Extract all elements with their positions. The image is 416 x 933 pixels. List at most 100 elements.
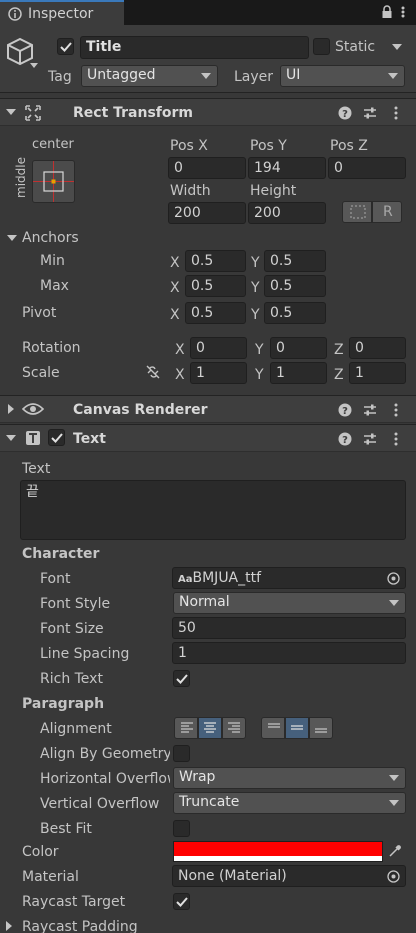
pos-x-input[interactable]: 0 (168, 157, 246, 179)
font-object-field[interactable]: AaBMJUA_ttf (172, 567, 406, 589)
pivot-label: Pivot (22, 305, 57, 321)
rect-transform-header[interactable]: Rect Transform ? (0, 98, 416, 126)
anchor-max-x-input[interactable]: 0.5 (185, 275, 246, 297)
anchor-max-y-input[interactable]: 0.5 (264, 275, 326, 297)
layer-label: Layer (234, 69, 274, 85)
context-menu-icon[interactable] (393, 106, 399, 120)
raycast-padding-foldout-icon[interactable] (6, 921, 12, 931)
object-picker-icon[interactable] (387, 870, 400, 883)
min-y-axis-label: Y (251, 255, 260, 271)
align-top-button[interactable] (261, 717, 285, 739)
tag-value: Untagged (87, 67, 156, 83)
svg-text:?: ? (342, 109, 348, 120)
help-icon[interactable]: ? (338, 403, 352, 417)
anchor-max-label: Max (40, 278, 69, 294)
horizontal-overflow-dropdown[interactable]: Wrap (173, 767, 406, 789)
help-icon[interactable]: ? (338, 106, 352, 120)
tab-menu-icon[interactable] (400, 5, 406, 19)
text-content-area[interactable]: 끝 (20, 480, 406, 540)
align-middle-button[interactable] (285, 717, 309, 739)
color-field[interactable] (173, 841, 383, 862)
blueprint-mode-button[interactable] (342, 201, 372, 223)
scale-x-input[interactable]: 1 (190, 362, 247, 384)
scale-z-input[interactable]: 1 (349, 362, 406, 384)
max-y-axis-label: Y (251, 280, 260, 296)
eyedropper-icon[interactable] (388, 844, 402, 858)
align-center-button[interactable] (198, 717, 222, 739)
align-left-button[interactable] (174, 717, 198, 739)
align-right-button[interactable] (222, 717, 246, 739)
text-component-icon (26, 431, 40, 445)
width-label: Width (170, 183, 211, 199)
raycast-target-label: Raycast Target (22, 894, 126, 910)
icon-dropdown-caret-icon[interactable] (30, 63, 38, 68)
static-dropdown-icon[interactable] (392, 44, 402, 50)
presets-icon[interactable] (363, 106, 377, 120)
rotation-x-input[interactable]: 0 (190, 337, 247, 359)
pivot-x-input[interactable]: 0.5 (185, 302, 246, 324)
raycast-target-checkbox[interactable] (173, 893, 190, 910)
vertical-overflow-value: Truncate (179, 794, 240, 810)
foldout-arrow-icon[interactable] (6, 435, 16, 441)
active-checkbox[interactable] (57, 38, 74, 55)
object-name-input[interactable]: Title (80, 36, 309, 59)
anchor-min-x-input[interactable]: 0.5 (185, 250, 246, 272)
presets-icon[interactable] (363, 403, 377, 417)
tag-dropdown[interactable]: Untagged (81, 65, 218, 87)
font-style-dropdown[interactable]: Normal (173, 592, 406, 614)
static-checkbox[interactable] (313, 38, 330, 55)
rect-transform-icon (25, 105, 41, 121)
foldout-arrow-icon[interactable] (6, 109, 16, 115)
blueprint-icon (350, 205, 366, 219)
checkmark-icon (176, 674, 188, 684)
inspector-tab[interactable]: Inspector (0, 0, 124, 25)
rotation-y-input[interactable]: 0 (270, 337, 327, 359)
pos-z-input[interactable]: 0 (328, 157, 406, 179)
svg-text:?: ? (342, 435, 348, 446)
character-section-label: Character (22, 546, 100, 562)
canvas-renderer-header[interactable]: Canvas Renderer ? (0, 395, 416, 423)
static-label: Static (335, 39, 376, 55)
rot-y-axis-label: Y (255, 342, 264, 358)
anchor-preset-h-label: center (32, 137, 74, 152)
align-by-geometry-checkbox[interactable] (173, 745, 190, 762)
best-fit-checkbox[interactable] (173, 820, 190, 837)
lock-icon[interactable] (381, 5, 393, 19)
unlinked-chain-icon[interactable] (145, 364, 161, 380)
pivot-y-input[interactable]: 0.5 (264, 302, 326, 324)
context-menu-icon[interactable] (393, 403, 399, 417)
pos-y-input[interactable]: 194 (248, 157, 326, 179)
font-size-input[interactable]: 50 (172, 617, 406, 639)
foldout-arrow-icon[interactable] (8, 404, 14, 414)
anchors-foldout-icon[interactable] (7, 235, 17, 241)
presets-icon[interactable] (363, 432, 377, 446)
align-bottom-button[interactable] (309, 717, 333, 739)
horizontal-overflow-value: Wrap (179, 769, 216, 785)
raw-edit-button[interactable]: R (372, 201, 402, 223)
help-icon[interactable]: ? (338, 432, 352, 446)
height-label: Height (250, 183, 297, 199)
rich-text-checkbox[interactable] (173, 670, 190, 687)
text-enabled-checkbox[interactable] (48, 429, 65, 446)
material-object-field[interactable]: None (Material) (172, 865, 406, 887)
anchor-min-y-input[interactable]: 0.5 (264, 250, 326, 272)
width-input[interactable]: 200 (168, 202, 246, 224)
rotation-z-input[interactable]: 0 (349, 337, 406, 359)
info-icon (8, 7, 22, 21)
anchor-preset-v-label: middle (14, 157, 28, 198)
anchor-presets-button[interactable] (32, 160, 75, 203)
gameobject-cube-icon[interactable] (5, 36, 35, 66)
object-picker-icon[interactable] (387, 572, 400, 585)
text-component-header[interactable]: Text ? (0, 424, 416, 452)
material-value: None (Material) (178, 868, 287, 884)
scale-y-input[interactable]: 1 (270, 362, 327, 384)
height-input[interactable]: 200 (248, 202, 326, 224)
context-menu-icon[interactable] (393, 432, 399, 446)
align-middle-icon (291, 725, 303, 730)
checkmark-icon (51, 433, 63, 443)
scale-y-axis-label: Y (255, 367, 264, 383)
line-spacing-input[interactable]: 1 (172, 642, 406, 664)
color-label: Color (22, 844, 59, 860)
layer-dropdown[interactable]: UI (280, 65, 405, 87)
vertical-overflow-dropdown[interactable]: Truncate (173, 792, 406, 814)
